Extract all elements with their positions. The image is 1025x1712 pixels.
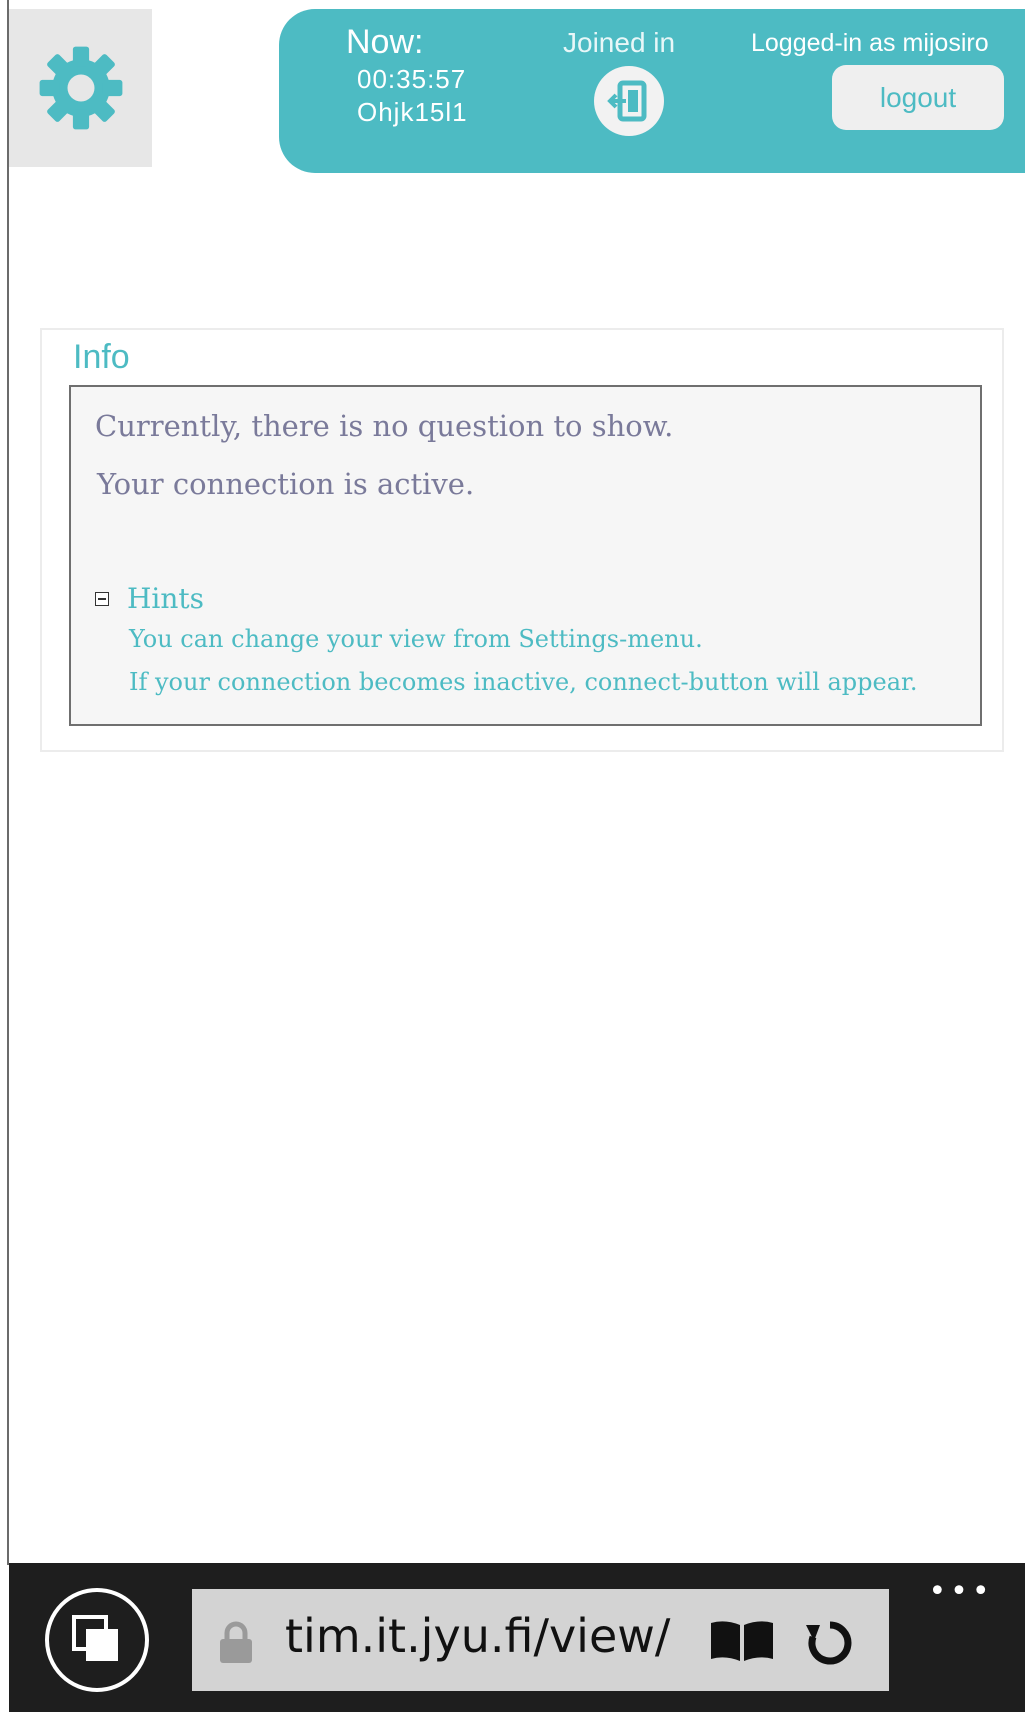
info-panel: Info Currently, there is no question to … [40,328,1004,752]
refresh-icon [806,1621,852,1665]
refresh-button[interactable] [804,1617,856,1669]
current-time: 00:35:57 [357,64,467,94]
tabs-button[interactable] [45,1588,149,1692]
more-icon[interactable]: ••• [926,1577,996,1607]
hint-item: If your connection becomes inactive, con… [129,668,918,696]
no-question-message: Currently, there is no question to show. [95,409,674,443]
logout-button[interactable]: logout [832,65,1004,130]
tabs-icon [72,1615,118,1661]
info-box: Currently, there is no question to show.… [69,385,982,726]
connection-status-message: Your connection is active. [97,467,475,501]
reading-view-icon [711,1621,773,1661]
browser-toolbar: tim.it.jyu.fi/view/ ••• [9,1563,1025,1712]
url-text[interactable]: tim.it.jyu.fi/view/ [285,1609,675,1663]
gear-icon [39,46,122,130]
page-top-edge [0,0,1025,8]
hints-collapse-icon[interactable] [95,592,109,606]
leave-lecture-button[interactable] [594,66,664,136]
lock-icon [218,1620,254,1664]
logged-in-user: Logged-in as mijosiro [751,29,989,57]
lecture-header: Now: 00:35:57 Ohjk15l1 Joined in Logged-… [279,9,1025,173]
info-title: Info [73,338,130,376]
address-bar[interactable]: tim.it.jyu.fi/view/ [192,1589,889,1691]
hints-toggle[interactable]: Hints [127,582,204,615]
hint-item: You can change your view from Settings-m… [129,625,703,653]
reading-view-button[interactable] [707,1619,777,1665]
settings-button[interactable] [9,9,152,167]
exit-icon [607,80,647,122]
now-label: Now: [346,23,424,61]
joined-label: Joined in [563,27,676,58]
page-left-edge [0,0,9,1565]
lecture-code: Ohjk15l1 [357,97,468,127]
